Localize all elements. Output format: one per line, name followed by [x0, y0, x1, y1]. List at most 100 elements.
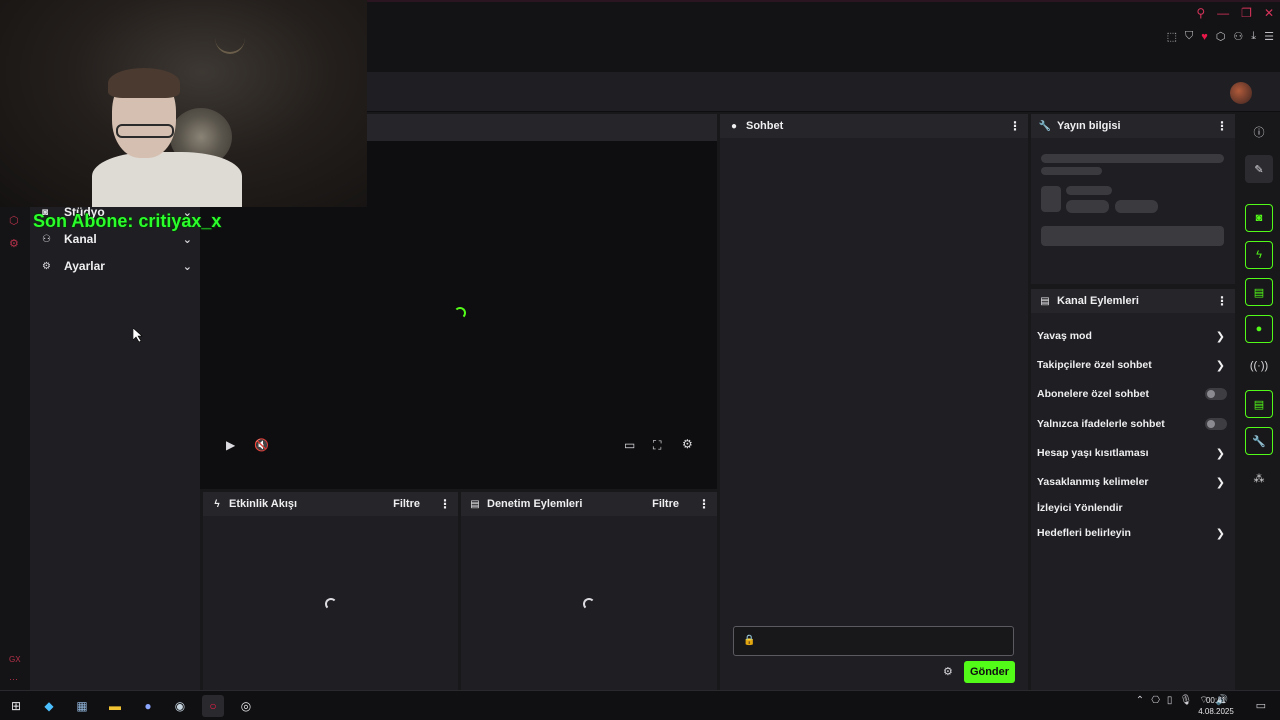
- banned-words-row[interactable]: Yasaklanmış kelimeler ❯: [1037, 472, 1229, 492]
- settings-icon[interactable]: ⚙: [682, 437, 693, 451]
- host-viewers-row[interactable]: İzleyici Yönlendir: [1037, 498, 1229, 518]
- panel-header: ▤ Kanal Eylemleri ⋮: [1031, 289, 1235, 313]
- chevron-down-icon: ⌄: [182, 233, 192, 246]
- more-options-icon[interactable]: ⋮: [1008, 119, 1022, 133]
- calculator-icon[interactable]: ▦: [71, 695, 93, 717]
- emote-only-toggle[interactable]: [1205, 418, 1227, 430]
- chat-settings-icon[interactable]: ⚙: [943, 665, 953, 678]
- info-icon[interactable]: ⓘ: [1245, 118, 1273, 146]
- skeleton-tag: [1115, 200, 1158, 213]
- subscribers-only-toggle[interactable]: [1205, 388, 1227, 400]
- panel-title: Kanal Eylemleri: [1057, 295, 1139, 307]
- filter-button[interactable]: Filtre: [393, 498, 420, 510]
- heart-icon[interactable]: ♥: [1201, 31, 1208, 43]
- more-options-icon[interactable]: ⋮: [438, 497, 452, 511]
- battery-icon[interactable]: ▯: [1167, 695, 1173, 706]
- clock-time: 00:41: [1205, 696, 1227, 705]
- opera-gx-icon[interactable]: ○: [202, 695, 224, 717]
- panel-title: Etkinlik Akışı: [229, 498, 298, 510]
- camera-icon[interactable]: ◙: [1245, 204, 1273, 232]
- send-button[interactable]: Gönder: [964, 661, 1015, 683]
- filter-button[interactable]: Filtre: [652, 498, 679, 510]
- row-label: İzleyici Yönlendir: [1037, 502, 1123, 514]
- avatar[interactable]: [1230, 82, 1252, 104]
- more-icon[interactable]: ···: [9, 674, 18, 684]
- settings-icon[interactable]: ⚙: [9, 237, 19, 250]
- chat-panel: ● Sohbet ⋮: [720, 114, 1028, 690]
- chat-input[interactable]: 🔒: [733, 626, 1014, 656]
- app-icon[interactable]: ◎: [235, 695, 257, 717]
- snapshot-icon[interactable]: ⬚: [1167, 30, 1177, 43]
- fullscreen-icon[interactable]: ⛶: [653, 438, 661, 453]
- clock[interactable]: 00:41 4.08.2025: [1196, 695, 1236, 717]
- search-icon[interactable]: ⚲: [1196, 6, 1205, 20]
- document-icon: ▤: [470, 498, 480, 510]
- chandelier: [215, 22, 245, 54]
- file-explorer-icon[interactable]: ▬: [104, 695, 126, 717]
- windows-start-icon[interactable]: ⊞: [5, 695, 27, 717]
- chat-bubble-icon[interactable]: ●: [1245, 315, 1273, 343]
- more-options-icon[interactable]: ⋮: [697, 497, 711, 511]
- chevron-right-icon: ❯: [1215, 447, 1225, 460]
- chevron-right-icon: ❯: [1215, 330, 1225, 343]
- row-label: Abonelere özel sohbet: [1037, 388, 1150, 400]
- panel-title: Sohbet: [746, 120, 784, 132]
- skeleton-line: [1041, 167, 1102, 175]
- wrench-icon[interactable]: 🔧: [1245, 427, 1273, 455]
- broadcast-icon[interactable]: ((·)): [1245, 352, 1273, 380]
- more-options-icon[interactable]: ⋮: [1215, 119, 1229, 133]
- skeleton-line: [1041, 154, 1224, 163]
- skeleton-button: [1041, 226, 1224, 246]
- menu-icon[interactable]: ☰: [1264, 30, 1274, 43]
- wrench-icon: 🔧: [1038, 120, 1052, 132]
- close-icon[interactable]: ✕: [1264, 6, 1274, 20]
- download-icon[interactable]: ⤓: [1251, 30, 1256, 43]
- panel-header: ϟ Etkinlik Akışı Filtre ⋮: [203, 492, 458, 516]
- row-label: Takipçilere özel sohbet: [1037, 359, 1152, 371]
- row-label: Yavaş mod: [1037, 330, 1092, 342]
- chevron-down-icon: ⌄: [182, 260, 192, 273]
- extensions-icon[interactable]: ⬡: [1216, 30, 1226, 43]
- chevron-up-icon[interactable]: ⌃: [1136, 695, 1144, 706]
- gx-label: GX: [9, 655, 21, 664]
- last-subscriber-overlay: Son Abone: critiyax_x: [33, 211, 222, 231]
- extension-icon[interactable]: ⬡: [9, 214, 19, 227]
- minimize-icon[interactable]: —: [1217, 6, 1229, 20]
- add-widget-icon[interactable]: ⁂: [1245, 464, 1273, 492]
- stream-info-panel: 🔧 Yayın bilgisi ⋮: [1031, 114, 1235, 284]
- lightning-icon[interactable]: ϟ: [1245, 241, 1273, 269]
- set-goals-row[interactable]: Hedefleri belirleyin ❯: [1037, 523, 1229, 543]
- streamer: [92, 68, 242, 207]
- row-label: Yalnızca ifadelerle sohbet: [1037, 418, 1165, 430]
- account-age-row[interactable]: Hesap yaşı kısıtlaması ❯: [1037, 443, 1229, 463]
- notification-icon[interactable]: ▭: [1256, 699, 1266, 712]
- profile-icon[interactable]: ⚇: [1233, 30, 1243, 43]
- followers-only-row[interactable]: Takipçilere özel sohbet ❯: [1037, 355, 1229, 375]
- subscribers-only-row: Abonelere özel sohbet: [1037, 384, 1229, 404]
- play-icon[interactable]: ▶: [226, 438, 235, 452]
- panel-header: 🔧 Yayın bilgisi ⋮: [1031, 114, 1235, 138]
- emote-only-row: Yalnızca ifadelerle sohbet: [1037, 414, 1229, 434]
- activity-feed-panel: ϟ Etkinlik Akışı Filtre ⋮: [203, 492, 458, 690]
- restore-icon[interactable]: ❐: [1241, 6, 1252, 20]
- channel-actions-panel: ▤ Kanal Eylemleri ⋮ Yavaş mod ❯ Takipçil…: [1031, 289, 1235, 690]
- copilot-icon[interactable]: ◆: [38, 695, 60, 717]
- loading-spinner: [583, 598, 595, 610]
- microphone-icon[interactable]: 🎙: [1179, 695, 1192, 706]
- shield-icon[interactable]: ⛉: [1185, 30, 1193, 43]
- app-icon[interactable]: ●: [137, 695, 159, 717]
- more-options-icon[interactable]: ⋮: [1215, 294, 1229, 308]
- theater-mode-icon[interactable]: ▭: [624, 438, 635, 452]
- edit-icon[interactable]: ✎: [1245, 155, 1273, 183]
- sidebar-item-settings[interactable]: ⚙ Ayarlar ⌄: [42, 255, 192, 277]
- slow-mode-row[interactable]: Yavaş mod ❯: [1037, 326, 1229, 346]
- webcam-overlay: [0, 0, 367, 207]
- steam-icon[interactable]: ◉: [169, 695, 191, 717]
- network-icon[interactable]: ⎔: [1151, 695, 1160, 706]
- panel-title: Denetim Eylemleri: [487, 498, 583, 510]
- list-icon[interactable]: ▤: [1245, 390, 1273, 418]
- users-icon: ⚇: [42, 233, 51, 245]
- lightning-icon: ϟ: [214, 498, 220, 510]
- mute-icon[interactable]: 🔇: [254, 438, 269, 452]
- document-icon[interactable]: ▤: [1245, 278, 1273, 306]
